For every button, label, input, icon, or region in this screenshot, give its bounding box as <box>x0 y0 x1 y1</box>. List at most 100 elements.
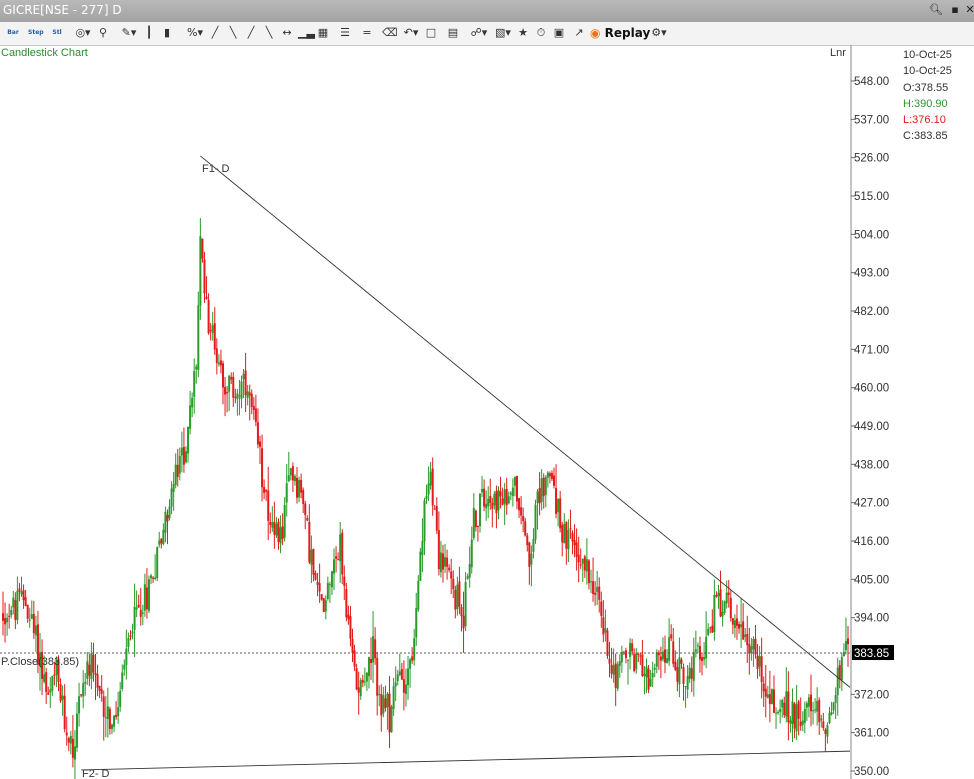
y-tick-label: 405.00 <box>854 574 889 586</box>
candle-body <box>281 526 284 540</box>
candle-body <box>783 702 786 716</box>
fib-icon[interactable]: ☰ <box>338 25 352 41</box>
candle-body <box>468 563 471 578</box>
candle-body <box>812 710 815 712</box>
candle-body <box>121 672 124 689</box>
candle-body <box>351 638 354 653</box>
star-icon[interactable]: ★ <box>516 25 530 41</box>
eraser-icon[interactable]: ⌫ <box>382 25 398 41</box>
candle-body <box>452 578 455 590</box>
candle-body <box>106 706 109 720</box>
pen-icon[interactable]: ✎▾ <box>118 25 140 41</box>
layout-icon[interactable]: ▧▾ <box>492 25 514 41</box>
candle-body <box>345 589 348 618</box>
candle-body <box>127 637 130 647</box>
candle-body <box>748 644 751 654</box>
candle-body <box>269 521 272 526</box>
candle-body <box>407 668 410 686</box>
trendline-icon[interactable]: ╱ <box>244 25 258 41</box>
candle-body <box>688 667 691 680</box>
candle-body <box>487 498 490 507</box>
price-chart[interactable]: 548.00 537.00 526.00 515.00 504.00 493.00 482.… <box>0 45 974 779</box>
candle-body <box>680 659 683 664</box>
candle-body <box>746 633 749 646</box>
candle-body <box>682 667 685 684</box>
support-trendline <box>81 750 851 771</box>
candle-body <box>834 695 837 703</box>
candle-body <box>318 583 321 592</box>
candle-body <box>678 657 681 685</box>
candle-body <box>191 397 194 408</box>
candle-body <box>154 577 157 579</box>
candle-body <box>18 588 21 592</box>
alert-icon[interactable]: ⏱ <box>534 25 548 41</box>
indicator-icon[interactable]: ↗ <box>572 25 586 41</box>
candle-body <box>768 694 771 705</box>
candle-body <box>764 688 767 697</box>
candle-body <box>762 683 765 692</box>
candle-body <box>781 699 784 708</box>
candle-body <box>793 703 796 729</box>
candle-body <box>67 738 70 743</box>
candle-body <box>230 377 233 380</box>
candle-body <box>544 477 547 495</box>
candle-body <box>174 464 177 486</box>
candle-body <box>758 656 761 667</box>
candle-body <box>579 564 582 566</box>
candle-body <box>133 606 136 630</box>
link-icon[interactable]: ☍▾ <box>468 25 490 41</box>
step-chart-icon[interactable]: Step <box>28 25 44 41</box>
doc-icon[interactable]: ▤ <box>446 25 460 41</box>
candle-body <box>30 614 33 619</box>
candle-body <box>398 671 401 675</box>
candle-body <box>606 630 609 657</box>
candle-body <box>265 489 268 492</box>
bar-chart-icon[interactable]: Bar <box>6 25 20 41</box>
candle-body <box>725 592 728 604</box>
candle-body <box>565 522 568 549</box>
delete-icon[interactable]: ▣ <box>552 25 566 41</box>
candle-body <box>575 542 578 557</box>
replay-icon: ◉ <box>590 26 601 40</box>
candle-body <box>659 656 662 661</box>
candle-body <box>355 668 358 690</box>
candle-body <box>645 666 648 678</box>
ruler-icon[interactable]: ╲ <box>226 25 240 41</box>
chart-toolbar: Bar Step Stl ◎▾ ⚲ ✎▾ ┃ ▮ %▾ ╱ ╲ ╱ ╲ ↔ ▁▃… <box>0 22 974 46</box>
candle-body <box>374 639 377 659</box>
candle-body <box>96 674 99 688</box>
volume-icon[interactable]: ▁▃ <box>298 25 315 41</box>
line-chart-icon[interactable]: Stl <box>50 25 64 41</box>
candle-icon[interactable]: ▮ <box>160 25 174 41</box>
candle-body <box>448 567 451 571</box>
candle-body <box>444 557 447 567</box>
percent-icon[interactable]: %▾ <box>184 25 206 41</box>
candle-body <box>674 661 677 670</box>
pin-icon[interactable]: ⚲ <box>96 25 110 41</box>
candle-body <box>182 447 185 465</box>
candle-body <box>587 560 590 584</box>
candle-body <box>744 634 747 638</box>
minimize-icon[interactable]: ▪ <box>947 2 963 18</box>
candle-body <box>612 665 615 675</box>
draw-icon[interactable]: ╱ <box>208 25 222 41</box>
candle-body <box>505 488 508 506</box>
gear-icon[interactable]: ⚙▾ <box>648 25 670 41</box>
arrow-icon[interactable]: ↔ <box>280 25 294 41</box>
window-title: GICRE[NSE - 277] D <box>3 3 122 17</box>
candle-body <box>26 604 29 619</box>
close-icon[interactable]: ✕ <box>962 2 974 18</box>
cube-icon[interactable]: ▦ <box>316 25 330 41</box>
candle-body <box>312 548 315 575</box>
search-icon[interactable]: 🔍︎ <box>928 2 944 18</box>
undo-icon[interactable]: ↶▾ <box>400 25 422 41</box>
candle-body <box>458 581 461 607</box>
replay-button[interactable]: ◉ Replay <box>590 25 650 42</box>
parallel-icon[interactable]: = <box>360 25 374 41</box>
target-icon[interactable]: ◎▾ <box>72 25 94 41</box>
candle-body <box>158 540 161 545</box>
ohlc-icon[interactable]: ┃ <box>142 25 156 41</box>
note-icon[interactable]: □ <box>424 25 438 41</box>
candle-body <box>824 729 827 734</box>
line-tool-icon[interactable]: ╲ <box>262 25 276 41</box>
